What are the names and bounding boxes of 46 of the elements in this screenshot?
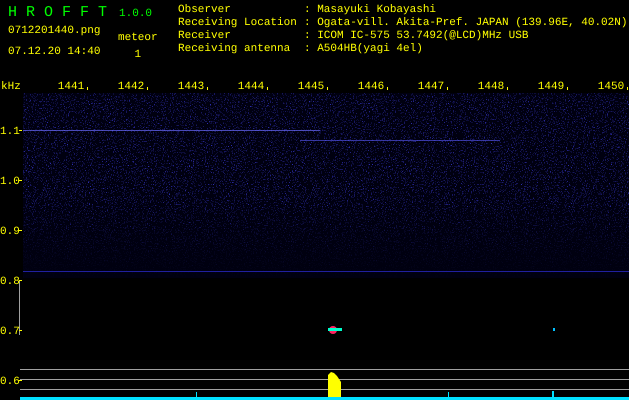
tick-mark [387, 87, 388, 90]
field-label: Receiver [178, 30, 232, 43]
detection-count: 1 [134, 49, 142, 62]
tick-mark [19, 380, 22, 381]
field-value: : ICOM IC-575 53.7492(@LCD)MHz USB [304, 30, 528, 43]
frequency-tick-label: 0.9 [0, 226, 20, 238]
detection-label: meteor [118, 32, 158, 45]
frequency-tick-label: 0.7 [0, 326, 20, 338]
field-value: : Masayuki Kobayashi [304, 4, 436, 17]
time-tick-label: 1445 [298, 81, 324, 93]
tick-mark [507, 87, 508, 90]
date-time: 07.12.20 14:40 [8, 46, 102, 59]
tick-mark [327, 87, 328, 90]
time-tick-label: 1442 [118, 81, 144, 93]
field-value: : A504HB(yagi 4el) [304, 43, 423, 56]
time-tick-label: 1446 [358, 81, 384, 93]
field-label: Observer [178, 4, 232, 17]
tick-mark [567, 87, 568, 90]
time-tick-label: 1443 [178, 81, 204, 93]
tick-mark [207, 87, 208, 90]
axis-unit-label: kHz [1, 81, 21, 93]
tick-mark [447, 87, 448, 90]
tick-mark [267, 87, 268, 90]
time-tick-label: 1447 [418, 81, 444, 93]
tick-mark [19, 330, 22, 331]
tick-mark [19, 180, 22, 181]
field-value: : Ogata-vill. Akita-Pref. JAPAN (139.96E, 40.02N) [304, 17, 628, 30]
tick-mark [19, 130, 22, 131]
time-tick-label: 1449 [538, 81, 564, 93]
frequency-tick-label: 0.6 [0, 376, 20, 388]
tick-mark [19, 230, 22, 231]
frequency-tick-label: 1.0 [0, 176, 20, 188]
field-label: Receiving Location [178, 17, 298, 30]
version-label: 1.0.0 [119, 8, 152, 21]
tick-mark [627, 87, 628, 90]
time-tick-label: 1448 [478, 81, 504, 93]
tick-mark [147, 87, 148, 90]
time-tick-label: 1450 [598, 81, 624, 93]
file-name: 0712201440.png [8, 25, 102, 38]
tick-mark [87, 87, 88, 90]
y-axis [19, 280, 20, 336]
field-label: Receiving antenna [178, 43, 292, 56]
app-title: H R O F F T [8, 4, 108, 21]
time-tick-label: 1441 [58, 81, 84, 93]
time-tick-label: 1444 [238, 81, 264, 93]
frequency-tick-label: 1.1 [0, 126, 20, 138]
